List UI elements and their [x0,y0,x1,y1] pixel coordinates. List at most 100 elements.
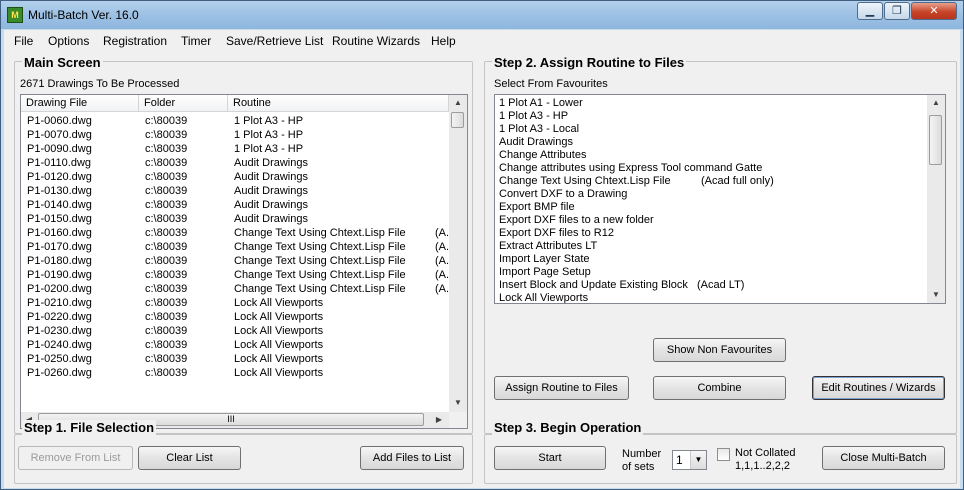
drawing-list[interactable]: Drawing File Folder Routine P1-0060.dwg c… [20,94,468,429]
cell-drawing-file: P1-0200.dwg [27,283,92,295]
table-row[interactable]: P1-0060.dwg c:\80039 1 Plot A3 - HP [21,114,449,128]
drawing-count-label: 2671 Drawings To Be Processed [20,78,180,90]
cell-drawing-file: P1-0210.dwg [27,297,92,309]
cell-routine: 1 Plot A3 - HP [234,115,304,127]
number-of-sets-select[interactable]: 1 ▼ [672,450,707,470]
select-favourites-label: Select From Favourites [494,78,608,90]
scroll-down-arrow-icon[interactable]: ▼ [450,395,466,411]
cell-folder: c:\80039 [145,339,188,351]
cell-drawing-file: P1-0060.dwg [27,115,92,127]
menu-bar: File Options Registration Timer Save/Ret… [4,30,960,52]
table-row[interactable]: P1-0230.dwg c:\80039 Lock All Viewports [21,324,449,338]
table-row[interactable]: P1-0130.dwg c:\80039 Audit Drawings [21,184,449,198]
list-item[interactable]: Extract Attributes LT [499,240,925,253]
list-item[interactable]: 1 Plot A3 - HP [499,110,925,123]
minimize-button[interactable]: ▁ [857,2,883,20]
list-item[interactable]: Change Attributes [499,149,925,162]
scroll-thumb[interactable] [451,112,464,128]
favourites-vscroll[interactable]: ▲ ▼ [927,95,945,303]
clear-list-button[interactable]: Clear List [138,446,241,470]
table-row[interactable]: P1-0120.dwg c:\80039 Audit Drawings [21,170,449,184]
assign-routine-button[interactable]: Assign Routine to Files [494,376,629,400]
maximize-button[interactable]: ❐ [884,2,910,20]
table-row[interactable]: P1-0240.dwg c:\80039 Lock All Viewports [21,338,449,352]
column-drawing-file[interactable]: Drawing File [21,95,139,112]
favourite-routine-note: (Acad full only) [701,175,774,187]
combine-button[interactable]: Combine [653,376,786,400]
cell-routine: 1 Plot A3 - HP [234,129,304,141]
cell-drawing-file: P1-0090.dwg [27,143,92,155]
list-item[interactable]: Export BMP file [499,201,925,214]
add-files-to-list-button[interactable]: Add Files to List [360,446,464,470]
number-of-sets-label-line1: Number [622,448,662,460]
app-logo-icon: M [7,7,23,23]
table-row[interactable]: P1-0140.dwg c:\80039 Audit Drawings [21,198,449,212]
app-window: M Multi-Batch Ver. 16.0 ▁ ❐ ✕ File Optio… [0,0,964,490]
cell-routine: Change Text Using Chtext.Lisp File [234,269,406,281]
cell-folder: c:\80039 [145,241,188,253]
column-routine[interactable]: Routine [228,95,449,112]
cell-folder: c:\80039 [145,199,188,211]
show-non-favourites-button[interactable]: Show Non Favourites [653,338,786,362]
table-row[interactable]: P1-0160.dwg c:\80039 Change Text Using Cht… [21,226,449,240]
table-row[interactable]: P1-0220.dwg c:\80039 Lock All Viewports [21,310,449,324]
list-item[interactable]: Export DXF files to R12 [499,227,925,240]
list-item[interactable]: Import Layer State [499,253,925,266]
list-item[interactable]: Change Text Using Chtext.Lisp File (Acad … [499,175,925,188]
cell-folder: c:\80039 [145,367,188,379]
cell-drawing-file: P1-0220.dwg [27,311,92,323]
table-row[interactable]: P1-0190.dwg c:\80039 Change Text Using Cht… [21,268,449,282]
cell-drawing-file: P1-0240.dwg [27,339,92,351]
table-row[interactable]: P1-0150.dwg c:\80039 Audit Drawings [21,212,449,226]
menu-help[interactable]: Help [431,34,456,48]
close-button[interactable]: ✕ [911,2,957,20]
table-row[interactable]: P1-0260.dwg c:\80039 Lock All Viewports [21,366,449,380]
list-item[interactable]: Convert DXF to a Drawing [499,188,925,201]
fav-scroll-down-arrow-icon[interactable]: ▼ [928,287,944,303]
favourites-list[interactable]: 1 Plot A1 - Lower 1 Plot A3 - HP 1 Plot A3… [494,94,946,304]
list-item[interactable]: 1 Plot A3 - Local [499,123,925,136]
scroll-right-arrow-icon[interactable]: ▶ [431,412,447,428]
cell-routine: Change Text Using Chtext.Lisp File [234,241,406,253]
cell-routine: Audit Drawings [234,157,308,169]
cell-drawing-file: P1-0150.dwg [27,213,92,225]
scroll-up-arrow-icon[interactable]: ▲ [450,95,466,111]
step3-title: Step 3. Begin Operation [492,420,644,435]
remove-from-list-button[interactable]: Remove From List [18,446,133,470]
cell-drawing-file: P1-0180.dwg [27,255,92,267]
table-row[interactable]: P1-0090.dwg c:\80039 1 Plot A3 - HP [21,142,449,156]
menu-routine-wizards[interactable]: Routine Wizards [332,34,420,48]
list-item[interactable]: Import Page Setup [499,266,925,279]
chevron-down-icon[interactable]: ▼ [690,451,706,469]
fav-scroll-up-arrow-icon[interactable]: ▲ [928,95,944,111]
menu-file[interactable]: File [14,34,33,48]
fav-scroll-thumb[interactable] [929,115,942,165]
cell-drawing-file: P1-0140.dwg [27,199,92,211]
column-folder[interactable]: Folder [139,95,228,112]
start-button[interactable]: Start [494,446,606,470]
table-row[interactable]: P1-0170.dwg c:\80039 Change Text Using Cht… [21,240,449,254]
table-row[interactable]: P1-0180.dwg c:\80039 Change Text Using Cht… [21,254,449,268]
list-item[interactable]: Export DXF files to a new folder [499,214,925,227]
menu-registration[interactable]: Registration [103,34,167,48]
list-item[interactable]: Change attributes using Express Tool com… [499,162,925,175]
list-item[interactable]: Audit Drawings [499,136,925,149]
menu-options[interactable]: Options [48,34,89,48]
table-row[interactable]: P1-0210.dwg c:\80039 Lock All Viewports [21,296,449,310]
table-row[interactable]: P1-0110.dwg c:\80039 Audit Drawings [21,156,449,170]
not-collated-checkbox[interactable] [717,448,730,461]
table-row[interactable]: P1-0200.dwg c:\80039 Change Text Using Cht… [21,282,449,296]
cell-routine: Audit Drawings [234,213,308,225]
menu-timer[interactable]: Timer [181,34,211,48]
cell-routine: Lock All Viewports [234,339,324,351]
edit-routines-wizards-button[interactable]: Edit Routines / Wizards [812,376,945,400]
list-item[interactable]: Lock All Viewports [499,292,925,303]
menu-save-retrieve-list[interactable]: Save/Retrieve List [226,34,323,48]
title-bar[interactable]: M Multi-Batch Ver. 16.0 ▁ ❐ ✕ [1,1,963,29]
drawing-list-vscroll[interactable]: ▲ ▼ [449,95,467,412]
table-row[interactable]: P1-0070.dwg c:\80039 1 Plot A3 - HP [21,128,449,142]
close-multi-batch-button[interactable]: Close Multi-Batch [822,446,945,470]
list-item[interactable]: 1 Plot A1 - Lower [499,97,925,110]
table-row[interactable]: P1-0250.dwg c:\80039 Lock All Viewports [21,352,449,366]
list-item[interactable]: Insert Block and Update Existing Block (A… [499,279,925,292]
